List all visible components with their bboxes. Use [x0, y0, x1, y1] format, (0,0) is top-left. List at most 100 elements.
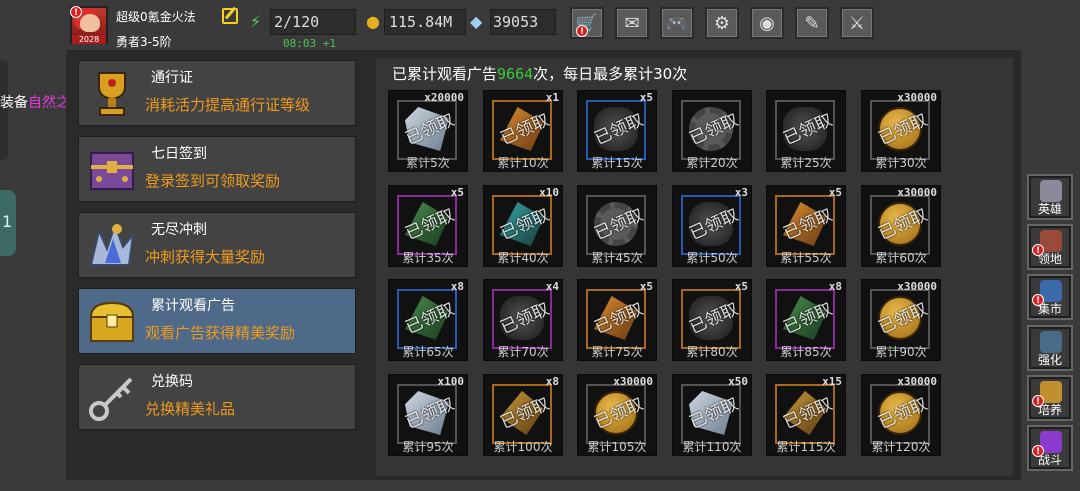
reward-threshold: 累计60次: [875, 251, 927, 265]
reward-slot[interactable]: x100 已领取 累计95次: [388, 374, 468, 456]
reward-quantity: x30000: [897, 186, 937, 199]
reward-slot[interactable]: 已领取 累计20次: [672, 90, 752, 172]
energy-bolt-icon: ⚡: [250, 12, 262, 31]
reward-slot[interactable]: x30000 已领取 累计60次: [861, 185, 941, 267]
reward-threshold: 累计20次: [686, 156, 738, 170]
reward-slot[interactable]: x5 已领取 累计15次: [577, 90, 657, 172]
reward-slot[interactable]: x20000 已领取 累计5次: [388, 90, 468, 172]
side-tab-label: 1: [2, 212, 13, 231]
reward-slot[interactable]: x30000 已领取 累计30次: [861, 90, 941, 172]
crossed-swords-button[interactable]: ⚔: [840, 7, 874, 39]
reward-quantity: x100: [437, 375, 465, 388]
reward-quantity: x30000: [897, 280, 937, 293]
gamepad-button[interactable]: 🎮: [660, 7, 694, 39]
reward-slot[interactable]: x5 已领取 累计80次: [672, 279, 752, 361]
enhance-shield-icon: [1040, 331, 1062, 353]
side-collapse-tab[interactable]: 1: [0, 190, 16, 256]
reward-threshold: 累计75次: [591, 345, 643, 359]
reward-threshold: 累计15次: [591, 156, 643, 170]
feather-icon: ✎: [804, 12, 820, 34]
feather-button[interactable]: ✎: [795, 7, 829, 39]
reward-slot[interactable]: x10 已领取 累计40次: [483, 185, 563, 267]
ad-summary-suffix: 次，每日最多累计30次: [533, 65, 688, 83]
avatar-face-icon: [80, 14, 100, 32]
gold-value: 115.84M: [389, 13, 453, 31]
menu-battle-pass-desc: 消耗活力提高通行证等级: [145, 96, 311, 114]
energy-value: 2/120: [274, 13, 320, 31]
menu-ad-rewards[interactable]: 累计观看广告 观看广告获得精美奖励: [78, 288, 356, 354]
reward-slot[interactable]: 已领取 累计45次: [577, 185, 657, 267]
mail-button[interactable]: ✉: [615, 7, 649, 39]
alert-badge-icon: !: [576, 25, 588, 37]
reward-threshold: 累计25次: [780, 156, 832, 170]
reward-slot[interactable]: x3 已领取 累计50次: [672, 185, 752, 267]
edit-name-icon[interactable]: [222, 8, 238, 24]
reward-quantity: x30000: [897, 91, 937, 104]
gamepad-icon: 🎮: [665, 12, 689, 34]
settings-gear-icon: ⚙: [713, 12, 731, 34]
side-nav-label: 强化: [1037, 353, 1062, 367]
menu-endless-sprint[interactable]: 无尽冲刺 冲刺获得大量奖励: [78, 212, 356, 278]
side-nav-label: 英雄: [1037, 202, 1062, 216]
side-nav-hero-helmet[interactable]: 英雄: [1027, 174, 1073, 220]
menu-redeem-code-title: 兑换码: [151, 374, 193, 390]
reward-threshold: 累计110次: [682, 440, 742, 454]
reward-slot[interactable]: x30000 已领取 累计90次: [861, 279, 941, 361]
reward-slot[interactable]: x8 已领取 累计65次: [388, 279, 468, 361]
reward-slot[interactable]: x30000 已领取 累计105次: [577, 374, 657, 456]
equipment-hint-prefix: 装备: [0, 95, 28, 111]
reward-quantity: x30000: [897, 375, 937, 388]
settings-gear-button[interactable]: ⚙: [705, 7, 739, 39]
reward-slot[interactable]: x8 已领取 累计85次: [766, 279, 846, 361]
ad-watch-count: 9664: [497, 65, 534, 83]
reward-threshold: 累计115次: [776, 440, 836, 454]
menu-seven-day-signin[interactable]: 七日签到 登录签到可领取奖励: [78, 136, 356, 202]
side-nav-market-stall[interactable]: 集市!: [1027, 274, 1073, 320]
reward-slot[interactable]: x4 已领取 累计70次: [483, 279, 563, 361]
gold-coin-icon: ●: [366, 12, 380, 31]
menu-redeem-code[interactable]: 兑换码 兑换精美礼品: [78, 364, 356, 430]
menu-ad-rewards-title: 累计观看广告: [151, 298, 235, 314]
avatar-alert-icon: !: [70, 6, 82, 18]
reward-threshold: 累计80次: [686, 345, 738, 359]
diamond-icon: ◆: [470, 12, 483, 31]
reward-threshold: 累计35次: [402, 251, 454, 265]
side-nav-training-flask[interactable]: 培养!: [1027, 375, 1073, 421]
player-avatar[interactable]: 2028 !: [70, 6, 108, 44]
key-icon: [89, 377, 133, 421]
player-name: 超级0氪金火法: [116, 10, 196, 24]
reward-slot[interactable]: x5 已领取 累计55次: [766, 185, 846, 267]
reward-threshold: 累计10次: [497, 156, 549, 170]
avatar-badge: 2028: [72, 35, 106, 44]
color-wheel-button[interactable]: ◉: [750, 7, 784, 39]
color-wheel-icon: ◉: [759, 12, 775, 34]
menu-seven-day-signin-desc: 登录签到可领取奖励: [145, 172, 281, 190]
reward-slot[interactable]: x8 已领取 累计100次: [483, 374, 563, 456]
menu-seven-day-signin-title: 七日签到: [151, 146, 207, 162]
side-nav-territory-castle[interactable]: 领地!: [1027, 224, 1073, 270]
side-nav-battle-portal[interactable]: 战斗!: [1027, 425, 1073, 471]
energy-timer: 08:03 +1: [283, 37, 336, 50]
menu-battle-pass[interactable]: 通行证 消耗活力提高通行证等级: [78, 60, 356, 126]
side-nav-enhance-shield[interactable]: 强化: [1027, 325, 1073, 371]
reward-slot[interactable]: x30000 已领取 累计120次: [861, 374, 941, 456]
reward-threshold: 累计65次: [402, 345, 454, 359]
alert-badge-icon: !: [1032, 294, 1044, 306]
menu-endless-sprint-title: 无尽冲刺: [151, 222, 207, 238]
golden-chalice-icon: [98, 72, 126, 116]
reward-threshold: 累计90次: [875, 345, 927, 359]
gem-value: 39053: [493, 13, 539, 31]
reward-slot[interactable]: x5 已领取 累计75次: [577, 279, 657, 361]
menu-endless-sprint-desc: 冲刺获得大量奖励: [145, 248, 266, 266]
mail-icon: ✉: [624, 12, 640, 34]
reward-slot[interactable]: x1 已领取 累计10次: [483, 90, 563, 172]
shop-cart-button[interactable]: 🛒!: [570, 7, 604, 39]
reward-slot[interactable]: x5 已领取 累计35次: [388, 185, 468, 267]
reward-quantity: x20000: [424, 91, 464, 104]
ad-watch-summary: 已累计观看广告9664次，每日最多累计30次: [392, 63, 687, 84]
reward-threshold: 累计55次: [780, 251, 832, 265]
reward-slot[interactable]: 已领取 累计25次: [766, 90, 846, 172]
reward-quantity: x30000: [613, 375, 653, 388]
reward-slot[interactable]: x50 已领取 累计110次: [672, 374, 752, 456]
reward-slot[interactable]: x15 已领取 累计115次: [766, 374, 846, 456]
